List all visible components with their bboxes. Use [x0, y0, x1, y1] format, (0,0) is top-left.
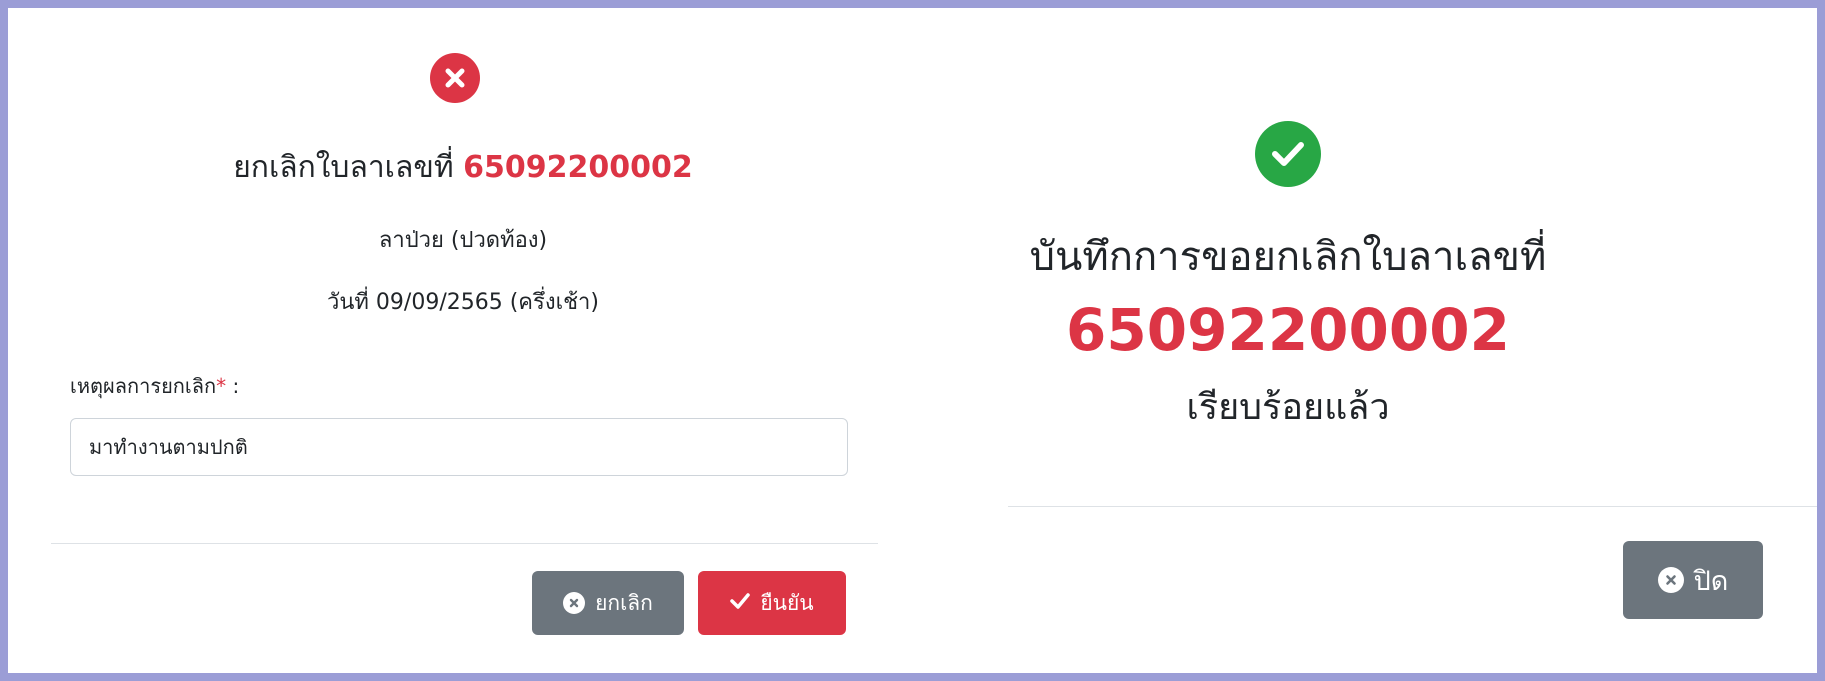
title-prefix: ยกเลิกใบลาเลขที่ — [233, 150, 454, 185]
close-button-label: ปิด — [1693, 565, 1729, 597]
success-dialog: บันทึกการขอยกเลิกใบลาเลขที่ 65092200002 … — [1008, 8, 1817, 673]
close-button[interactable]: ปิด — [1623, 541, 1763, 619]
leave-date: วันที่ 09/09/2565 (ครึ่งเช้า) — [327, 290, 599, 315]
check-circle-icon — [1255, 121, 1321, 187]
cancel-button[interactable]: ยกเลิก — [532, 571, 684, 635]
leave-number: 65092200002 — [1066, 296, 1510, 364]
screenshot-frame: ยกเลิกใบลาเลขที่ 65092200002 ลาป่วย (ปวด… — [8, 8, 1817, 673]
footer-divider — [1008, 506, 1817, 507]
success-title: บันทึกการขอยกเลิกใบลาเลขที่ — [1029, 234, 1547, 280]
leave-type: ลาป่วย (ปวดท้อง) — [378, 228, 548, 253]
confirm-button[interactable]: ยืนยัน — [698, 571, 846, 635]
times-circle-icon — [1657, 567, 1684, 593]
cancel-button-label: ยกเลิก — [595, 590, 653, 615]
required-mark: * — [216, 374, 227, 398]
footer-divider — [51, 543, 878, 544]
times-circle-icon — [563, 592, 586, 614]
reason-label: เหตุผลการยกเลิก* : — [70, 372, 239, 400]
times-circle-icon — [430, 53, 480, 103]
status-text: เรียบร้อยแล้ว — [1186, 387, 1390, 428]
cancel-leave-dialog: ยกเลิกใบลาเลขที่ 65092200002 ลาป่วย (ปวด… — [8, 8, 878, 673]
check-icon — [730, 591, 751, 615]
leave-number: 65092200002 — [463, 150, 693, 185]
label-suffix: : — [226, 374, 240, 398]
reason-label-text: เหตุผลการยกเลิก — [70, 374, 217, 398]
confirm-button-label: ยืนยัน — [760, 590, 814, 615]
dialog-title: ยกเลิกใบลาเลขที่ 65092200002 — [48, 148, 878, 188]
reason-input[interactable] — [70, 418, 848, 476]
